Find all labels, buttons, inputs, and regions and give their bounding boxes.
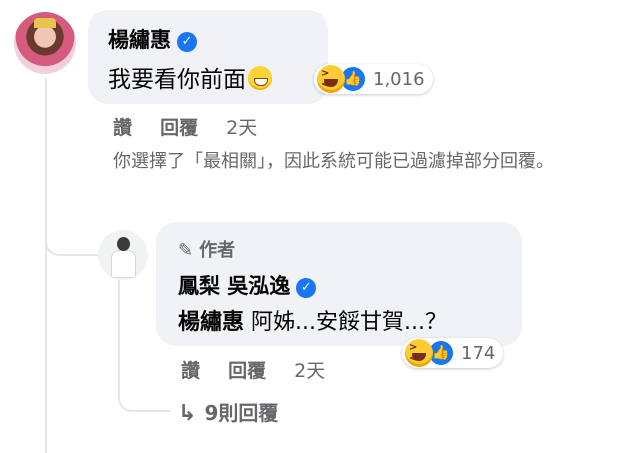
thread-line (45, 78, 47, 453)
filter-notice: 你選擇了「最相關」，因此系統可能已過濾掉部分回覆。 (113, 151, 554, 172)
reply-reaction-count: 174 (461, 342, 496, 364)
avatar[interactable] (14, 12, 76, 74)
comment-actions: 讚 回覆 2天 (113, 113, 279, 140)
grin-emoji-icon (248, 66, 272, 90)
view-more-replies-button[interactable]: ↳ 9則回覆 (178, 397, 278, 426)
tagged-user-link[interactable]: 楊繡惠 (178, 310, 244, 335)
thread-connector (45, 218, 99, 256)
pen-icon: ✎ (178, 240, 194, 261)
like-button[interactable]: 讚 (113, 117, 132, 139)
reply-reply-button[interactable]: 回覆 (228, 360, 266, 382)
reply-like-button[interactable]: 讚 (181, 360, 200, 382)
reply-text: 楊繡惠 阿姊...安餒甘賀...？ (178, 310, 447, 335)
reaction-count: 1,016 (373, 68, 425, 90)
author-badge: ✎ 作者 (178, 240, 236, 261)
reply-thread-connector (118, 370, 170, 412)
reply-timestamp[interactable]: 2天 (294, 360, 325, 382)
reply-avatar[interactable] (98, 230, 148, 280)
comment-text: 我要看你前面 (108, 60, 272, 94)
verified-badge-icon: ✓ (296, 278, 317, 298)
reply-reaction-summary[interactable]: 👍 174 (402, 338, 504, 368)
comment-author[interactable]: 楊繡惠 ✓ (108, 24, 197, 54)
reply-button[interactable]: 回覆 (160, 117, 198, 139)
haha-reaction-icon (405, 339, 433, 367)
reaction-summary[interactable]: 👍 1,016 (314, 64, 433, 94)
reply-arrow-icon: ↳ (178, 401, 197, 426)
reply-author[interactable]: 鳳梨 吳泓逸 ✓ (178, 270, 317, 300)
haha-reaction-icon (317, 65, 345, 93)
reply-thread-line (118, 280, 120, 380)
comment-timestamp[interactable]: 2天 (226, 117, 257, 139)
verified-badge-icon: ✓ (177, 32, 197, 52)
reply-actions: 讚 回覆 2天 (181, 356, 347, 383)
